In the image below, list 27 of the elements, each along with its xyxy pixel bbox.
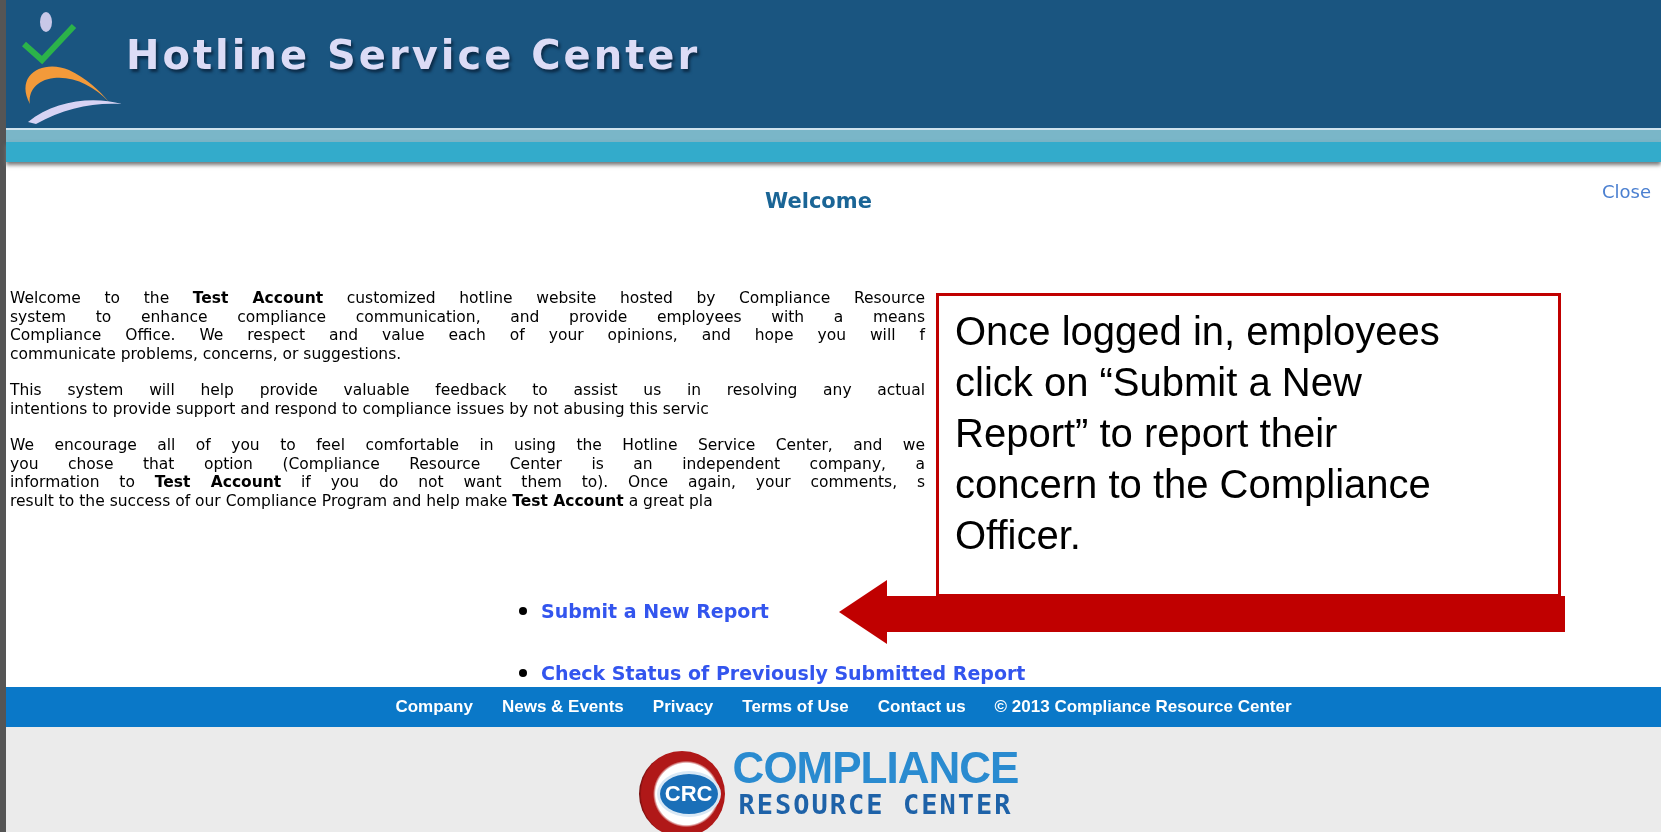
logo-name: COMPLIANCE [732,745,1019,791]
callout-text: Once logged in, employees click on “Submit a New Report” to report their concern to the Compliance Officer. [936,293,1561,597]
report-link[interactable]: Submit a New Report [541,600,769,622]
paragraph-line: information to Test Account if you do not want them to). Once again, your comments, s [10,473,925,492]
paragraph-line: This system will help provide valuable feedback to assist us in resolving any actual [10,381,925,400]
paragraph-line: communicate problems, concerns, or suggestions. [10,344,402,363]
report-link[interactable]: Check Status of Previously Submitted Report [541,662,1026,684]
logo-subtitle: RESOURCE CENTER [738,791,1013,819]
close-link[interactable]: Close [1601,181,1651,202]
footer-link[interactable]: Contact us [877,697,966,717]
logo-mark: CRC [656,771,721,817]
footer-link[interactable]: Privacy [652,697,714,717]
paragraph-line: Compliance Office. We respect and value each of your opinions, and hope you will f [10,326,925,345]
paragraph-line: result to the success of our Compliance Program and help make Test Account a great pla [10,491,713,510]
page-heading: Welcome [765,189,872,213]
footer-link[interactable]: Company [395,697,473,717]
copyright-text: © 2013 Compliance Resource Center [994,697,1292,717]
paragraph-line: intentions to provide support and respond to compliance issues by not abusing this servic [10,399,709,418]
footer-link[interactable]: News & Events [501,697,624,717]
bullet-icon [519,607,527,615]
paragraph-line: Welcome to the Test Account customized hotline website hosted by Compliance Resource [10,289,925,308]
paragraph-line: system to enhance compliance communication, and provide employees with a means [10,307,925,326]
paragraph-line: We encourage all of you to feel comfortable in using the Hotline Service Center, and we [10,436,925,455]
paragraph-line: you chose that option (Compliance Resource Center is an independent company, a [10,454,925,473]
bullet-icon [519,669,527,677]
footer-link[interactable]: Terms of Use [742,697,849,717]
site-title: Hotline Service Center [126,32,701,78]
